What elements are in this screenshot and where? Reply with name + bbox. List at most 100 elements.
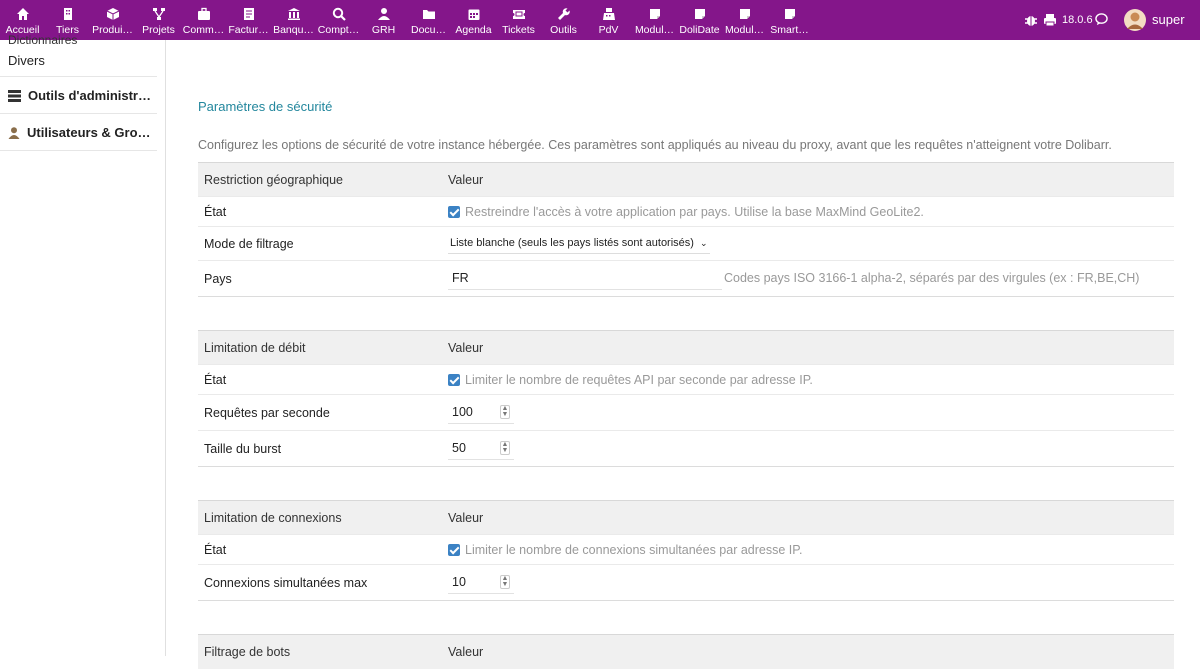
menu-label: Banqu… xyxy=(273,24,314,36)
sidebar-section-admin-tools[interactable]: Outils d'administrati… xyxy=(8,88,158,103)
spinner-icon[interactable]: ▲ ▼ xyxy=(500,404,510,419)
value-header: Valeur xyxy=(442,330,1174,365)
home-icon xyxy=(16,8,29,20)
menu-label: Modul… xyxy=(724,24,765,36)
field-label: Pays xyxy=(198,260,442,297)
value-header: Valeur xyxy=(442,500,1174,535)
project-icon xyxy=(152,8,165,20)
sidebar-link-dictionaries[interactable]: Dictionnaires xyxy=(8,33,77,47)
menu-label: Projets xyxy=(142,24,175,36)
user-name[interactable]: super xyxy=(1152,0,1185,40)
top-menu-comm[interactable]: Comm… xyxy=(181,0,226,40)
section-header: Limitation de connexions xyxy=(198,500,442,535)
top-menu-banqu[interactable]: Banqu… xyxy=(271,0,316,40)
top-menu-docu[interactable]: Docu… xyxy=(406,0,451,40)
print-icon[interactable] xyxy=(1043,0,1057,40)
field-hint: Codes pays ISO 3166-1 alpha-2, séparés p… xyxy=(724,271,1140,285)
bank-icon xyxy=(287,8,300,20)
top-menu-outils[interactable]: Outils xyxy=(541,0,586,40)
server-icon xyxy=(8,90,21,102)
note-icon xyxy=(784,9,795,19)
main-content: Paramètres de sécurité Configurez les op… xyxy=(166,40,1200,669)
search-icon xyxy=(332,7,346,21)
menu-label: Tickets xyxy=(502,24,535,36)
spinner-icon[interactable]: ▲ ▼ xyxy=(500,574,510,589)
value-header: Valeur xyxy=(442,634,1174,669)
select-value: Liste blanche (seuls les pays listés son… xyxy=(450,237,694,249)
requests-per-second-input[interactable]: 100 ▲ ▼ xyxy=(448,402,514,424)
sidebar-section-label: Outils d'administrati… xyxy=(28,88,158,103)
checkbox-label[interactable]: Limiter le nombre de requêtes API par se… xyxy=(465,373,813,387)
input-value: 10 xyxy=(452,574,466,589)
menu-label: Produi… xyxy=(92,24,133,36)
menu-label: Docu… xyxy=(410,24,446,36)
menu-label: Compt… xyxy=(317,24,360,36)
top-menu-factur[interactable]: Factur… xyxy=(226,0,271,40)
page-title: Paramètres de sécurité xyxy=(198,99,333,114)
building-icon xyxy=(63,8,72,20)
avatar[interactable] xyxy=(1124,0,1146,40)
input-value: 50 xyxy=(452,440,466,455)
page-intro: Configurez les options de sécurité de vo… xyxy=(198,138,1112,152)
sidebar-divider xyxy=(0,150,157,151)
folder-icon xyxy=(422,10,435,19)
conn-enable-checkbox[interactable] xyxy=(448,543,460,556)
top-menu-produi[interactable]: Produi… xyxy=(90,0,135,40)
geo-enable-checkbox[interactable] xyxy=(448,205,460,218)
briefcase-icon xyxy=(197,7,210,20)
sidebar-link-divers[interactable]: Divers xyxy=(8,53,45,68)
top-menu-tickets[interactable]: Tickets xyxy=(496,0,541,40)
note-icon xyxy=(694,9,705,19)
burst-size-input[interactable]: 50 ▲ ▼ xyxy=(448,438,514,460)
menu-label: Agenda xyxy=(455,24,492,36)
menu-label: DoliDate xyxy=(679,24,720,36)
top-menu-smart[interactable]: Smart… xyxy=(767,0,812,40)
field-label: État xyxy=(198,534,442,565)
user-icon xyxy=(8,127,20,139)
bug-report-icon[interactable] xyxy=(1024,0,1038,40)
rate-limit-table: Limitation de débit Valeur État Limiter l… xyxy=(198,330,1174,467)
filter-mode-select[interactable]: Liste blanche (seuls les pays listés son… xyxy=(448,233,710,254)
wrench-icon xyxy=(557,8,570,20)
note-icon xyxy=(649,9,660,19)
menu-label: PdV xyxy=(598,24,619,36)
version-label: 18.0.6 xyxy=(1062,14,1093,26)
left-sidebar: Dictionnaires Divers Outils d'administra… xyxy=(0,33,166,656)
rate-enable-checkbox[interactable] xyxy=(448,373,460,386)
top-menu-bar: Accueil Tiers Produi… Projets Comm… Factur… Ba… xyxy=(0,0,1200,40)
sidebar-section-label: Utilisateurs & Group… xyxy=(27,125,158,140)
field-label: Mode de filtrage xyxy=(198,226,442,261)
spinner-icon[interactable]: ▲ ▼ xyxy=(500,440,510,455)
sidebar-divider xyxy=(0,76,157,77)
sidebar-section-users-groups[interactable]: Utilisateurs & Group… xyxy=(8,125,158,140)
top-menu-grh[interactable]: GRH xyxy=(361,0,406,40)
checkbox-label[interactable]: Limiter le nombre de connexions simultan… xyxy=(465,543,802,557)
connection-limit-table: Limitation de connexions Valeur État Limi… xyxy=(198,500,1174,601)
menu-label: Outils xyxy=(550,24,577,36)
chevron-down-icon: ⌄ xyxy=(699,238,708,248)
top-menu-pdv[interactable]: PdV xyxy=(586,0,631,40)
top-menu-compt[interactable]: Compt… xyxy=(316,0,361,40)
countries-input[interactable] xyxy=(448,267,722,290)
max-connections-input[interactable]: 10 ▲ ▼ xyxy=(448,572,514,594)
top-menu-modul[interactable]: Modul… xyxy=(722,0,767,40)
note-icon xyxy=(739,9,750,19)
top-menu-projets[interactable]: Projets xyxy=(136,0,181,40)
top-menu-agenda[interactable]: Agenda xyxy=(451,0,496,40)
field-label: État xyxy=(198,364,442,395)
invoice-icon xyxy=(243,8,254,20)
chat-icon[interactable] xyxy=(1095,0,1108,40)
top-menu-modul[interactable]: Modul… xyxy=(632,0,677,40)
value-header: Valeur xyxy=(442,162,1174,197)
field-label: Requêtes par seconde xyxy=(198,394,442,431)
top-menu-dolidate[interactable]: DoliDate xyxy=(677,0,722,40)
bot-filter-table: Filtrage de bots Valeur xyxy=(198,634,1174,669)
sidebar-divider xyxy=(0,113,157,114)
section-header: Filtrage de bots xyxy=(198,634,442,669)
ticket-icon xyxy=(512,10,525,19)
menu-label: Factur… xyxy=(228,24,269,36)
menu-label: GRH xyxy=(371,24,396,36)
checkbox-label[interactable]: Restreindre l'accès à votre application … xyxy=(465,205,924,219)
cash-register-icon xyxy=(602,8,615,20)
calendar-icon xyxy=(468,9,479,20)
